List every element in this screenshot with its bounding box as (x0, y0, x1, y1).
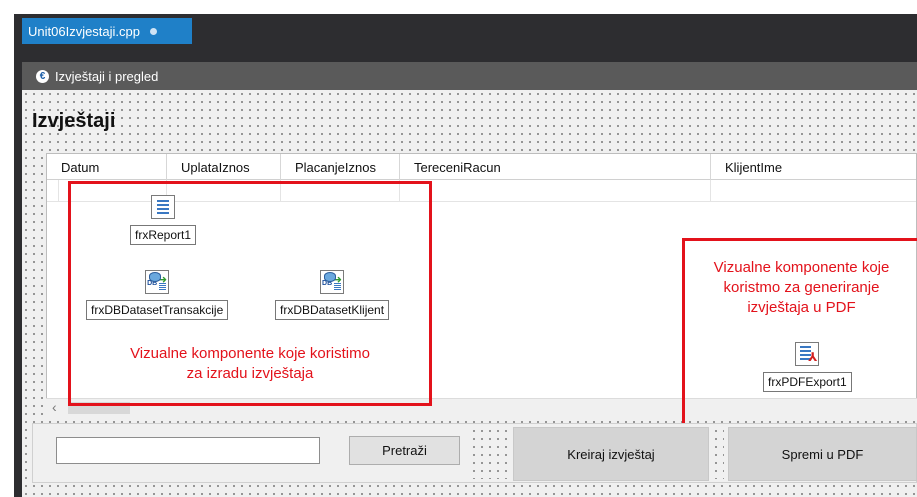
designer-grid-gap (470, 427, 510, 479)
annotation-right-line2: koristmo za generiranje (723, 279, 880, 296)
modified-dot-icon (150, 27, 157, 35)
annotation-left: Vizualne komponente koje koristimo za iz… (80, 344, 420, 384)
annotation-left-line2: za izradu izvještaja (186, 365, 314, 382)
annotation-left-line1: Vizualne komponente koje koristimo (130, 345, 370, 362)
column-header-klijent[interactable]: KlijentIme (711, 154, 917, 180)
designer-grid-gap (712, 427, 724, 479)
create-report-button[interactable]: Kreiraj izvještaj (513, 427, 709, 481)
search-button[interactable]: Pretraži (349, 436, 460, 465)
editor-tab-label: Unit06Izvjestaji.cpp (28, 23, 140, 39)
scroll-left-icon[interactable]: ‹ (52, 399, 57, 415)
form-caption: Izvještaji i pregled (55, 68, 159, 84)
search-input[interactable] (56, 437, 320, 464)
annotation-right: Vizualne komponente koje koristmo za gen… (686, 258, 917, 318)
column-header-placanje[interactable]: PlacanjeIznos (281, 154, 400, 180)
form-caption-bar: € Izvještaji i pregled (22, 62, 917, 90)
editor-tab[interactable]: Unit06Izvjestaji.cpp (22, 18, 192, 44)
ide-window: Unit06Izvjestaji.cpp € Izvještaji i preg… (0, 0, 917, 497)
page-title: Izvještaji (32, 110, 116, 132)
annotation-right-line3: izvještaja u PDF (747, 299, 856, 316)
save-pdf-button[interactable]: Spremi u PDF (728, 427, 917, 481)
grid-header: Datum UplataIznos PlacanjeIznos Tereceni… (47, 154, 916, 180)
column-header-uplata[interactable]: UplataIznos (167, 154, 281, 180)
column-header-datum[interactable]: Datum (47, 154, 167, 180)
app-icon: € (36, 69, 49, 83)
annotation-right-line1: Vizualne komponente koje (713, 259, 890, 276)
column-header-tereceni[interactable]: TereceniRacun (400, 154, 711, 180)
